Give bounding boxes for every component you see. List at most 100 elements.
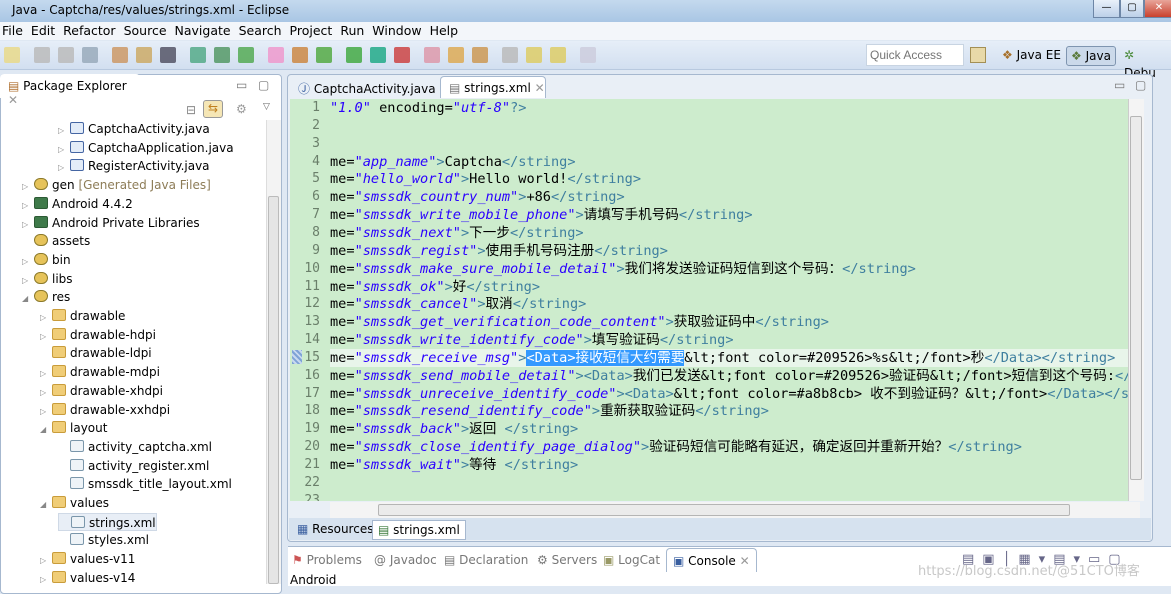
tree-item[interactable]: ▷ drawable [40, 307, 125, 325]
close-icon[interactable]: ✕ [8, 93, 18, 107]
collapsed-twisty-icon[interactable]: ▷ [22, 272, 34, 290]
tree-item[interactable]: ▷ drawable-xxhdpi [40, 401, 170, 419]
view-menu-chevron-icon[interactable]: ▽ [263, 102, 270, 112]
tab-servers[interactable]: ⚙ Servers [537, 553, 597, 567]
build-icon[interactable] [292, 47, 308, 63]
maximize-view-icon[interactable]: ▢ [258, 78, 269, 92]
menu-window[interactable]: Window [372, 22, 427, 40]
tree-item[interactable]: ▷ CaptchaActivity.java [58, 120, 210, 138]
tree-item[interactable]: activity_captcha.xml [58, 438, 212, 456]
editor-horizontal-scrollbar-thumb[interactable] [378, 504, 1070, 516]
menu-edit[interactable]: Edit [31, 22, 61, 40]
menu-source[interactable]: Source [124, 22, 173, 40]
code-line[interactable]: me="app_name">Captcha</string> [330, 153, 576, 171]
tree-scrollbar-thumb[interactable] [268, 196, 279, 584]
save-all-icon[interactable] [58, 47, 74, 63]
collapsed-twisty-icon[interactable]: ▷ [22, 197, 34, 215]
close-icon[interactable]: ✕ [535, 81, 545, 95]
minimize-view-icon[interactable]: ▭ [236, 78, 247, 92]
menu-search[interactable]: Search [239, 22, 288, 40]
perspective-java[interactable]: ❖ Java [1066, 46, 1116, 66]
tab-declaration[interactable]: ▤ Declaration [444, 553, 528, 567]
open-folder2-icon[interactable] [448, 47, 464, 63]
collapsed-twisty-icon[interactable]: ▷ [58, 122, 70, 140]
open-folder-icon[interactable] [424, 47, 440, 63]
open-perspective-icon[interactable] [970, 47, 986, 63]
menu-project[interactable]: Project [290, 22, 339, 40]
new-icon[interactable] [4, 47, 20, 63]
open-type-icon[interactable] [112, 47, 128, 63]
tool-icon[interactable] [472, 47, 488, 63]
tree-item[interactable]: ▷ bin [22, 251, 71, 269]
minimize-editor-icon[interactable]: ▭ [1114, 78, 1125, 92]
code-line[interactable]: me="smssdk_close_identify_page_dialog">验… [330, 438, 1022, 456]
code-line[interactable]: me="smssdk_write_mobile_phone">请填写手机号码</… [330, 206, 753, 224]
tree-item[interactable]: ◢ res [22, 288, 70, 306]
download-icon[interactable] [190, 47, 206, 63]
tree-item[interactable]: ▷ drawable-mdpi [40, 363, 160, 381]
expanded-twisty-icon[interactable]: ◢ [40, 421, 52, 439]
menu-run[interactable]: Run [340, 22, 370, 40]
menu-refactor[interactable]: Refactor [63, 22, 121, 40]
collapsed-twisty-icon[interactable]: ▷ [40, 552, 52, 570]
tree-item[interactable]: activity_register.xml [58, 457, 209, 475]
collapsed-twisty-icon[interactable]: ▷ [22, 216, 34, 234]
collapsed-twisty-icon[interactable]: ▷ [40, 365, 52, 383]
print-icon[interactable] [82, 47, 98, 63]
run-external-icon[interactable] [394, 47, 410, 63]
collapsed-twisty-icon[interactable]: ▷ [40, 309, 52, 327]
minimize-button[interactable]: — [1093, 0, 1120, 18]
debug-icon[interactable] [346, 47, 362, 63]
step-icon[interactable] [502, 47, 518, 63]
editor-vertical-scrollbar-thumb[interactable] [1130, 116, 1142, 480]
code-line[interactable]: me="smssdk_cancel">取消</string> [330, 295, 586, 313]
checkbox-icon[interactable] [238, 47, 254, 63]
menu-file[interactable]: File [2, 22, 29, 40]
tab-javadoc[interactable]: @ Javadoc [374, 553, 437, 567]
open-resource-icon[interactable] [136, 47, 152, 63]
collapsed-twisty-icon[interactable]: ▷ [58, 141, 70, 159]
collapsed-twisty-icon[interactable]: ▷ [40, 403, 52, 421]
collapsed-twisty-icon[interactable]: ▷ [58, 159, 70, 177]
expanded-twisty-icon[interactable]: ◢ [40, 496, 52, 514]
tree-item[interactable]: ▷ gen [Generated Java Files] [22, 176, 211, 194]
code-line[interactable]: me="smssdk_receive_msg"><Data>接收短信大约需要&l… [330, 348, 1128, 367]
code-line[interactable]: me="smssdk_country_num">+86</string> [330, 188, 625, 206]
code-line[interactable]: me="smssdk_get_verification_code_content… [330, 313, 829, 331]
collapsed-twisty-icon[interactable]: ▷ [40, 571, 52, 589]
collapsed-twisty-icon[interactable]: ▷ [40, 384, 52, 402]
maximize-editor-icon[interactable]: ▢ [1135, 78, 1146, 92]
code-line[interactable]: me="smssdk_resend_identify_code">重新获取验证码… [330, 402, 769, 420]
back-icon[interactable] [526, 47, 542, 63]
android-device-icon[interactable] [214, 47, 230, 63]
code-line[interactable]: me="smssdk_wait">等待 </string> [330, 456, 578, 474]
tree-item[interactable]: ▷ Android 4.4.2 [22, 195, 133, 213]
menu-help[interactable]: Help [430, 22, 465, 40]
tab-resources[interactable]: ▦ Resources [292, 520, 378, 540]
tree-item[interactable]: ◢ values [40, 494, 109, 512]
code-line[interactable]: me="smssdk_ok">好</string> [330, 278, 540, 296]
new-class-icon[interactable] [268, 47, 284, 63]
menu-navigate[interactable]: Navigate [175, 22, 237, 40]
tree-item[interactable]: ▷ drawable-hdpi [40, 326, 156, 344]
tab-strings-xml-source[interactable]: ▤ strings.xml [372, 520, 466, 540]
refresh-icon[interactable] [316, 47, 332, 63]
code-editor[interactable]: 1 "1.0" encoding="utf-8"?> 2 3 4 me="app_name… [290, 99, 1128, 501]
tree-item[interactable]: ▷ drawable-xhdpi [40, 382, 163, 400]
collapsed-twisty-icon[interactable]: ▷ [22, 253, 34, 271]
tree-item[interactable]: strings.xml [58, 512, 157, 531]
close-button[interactable]: ✕ [1144, 0, 1171, 18]
collapse-all-icon[interactable]: ⊟ [186, 103, 196, 117]
tab-logcat[interactable]: ▣ LogCat [603, 553, 660, 567]
tab-problems[interactable]: ⚑ Problems [292, 553, 362, 567]
package-explorer-tab[interactable]: ▤ Package Explorer ✕ [0, 74, 140, 107]
tree-item[interactable]: ▷ values-v11 [40, 550, 135, 568]
mark-icon[interactable] [160, 47, 176, 63]
code-line[interactable]: me="smssdk_make_sure_mobile_detail">我们将发… [330, 260, 916, 278]
code-line[interactable]: me="smssdk_back">返回 </string> [330, 420, 578, 438]
tab-strings-xml[interactable]: ▤ strings.xml ✕ [440, 76, 546, 98]
code-line[interactable]: "1.0" encoding="utf-8"?> [330, 99, 526, 117]
tab-captcha-activity[interactable]: Ⓙ CaptchaActivity.java [290, 76, 438, 98]
view-menu-settings-icon[interactable]: ⚙ [236, 102, 247, 116]
tree-item[interactable]: smssdk_title_layout.xml [58, 475, 232, 493]
